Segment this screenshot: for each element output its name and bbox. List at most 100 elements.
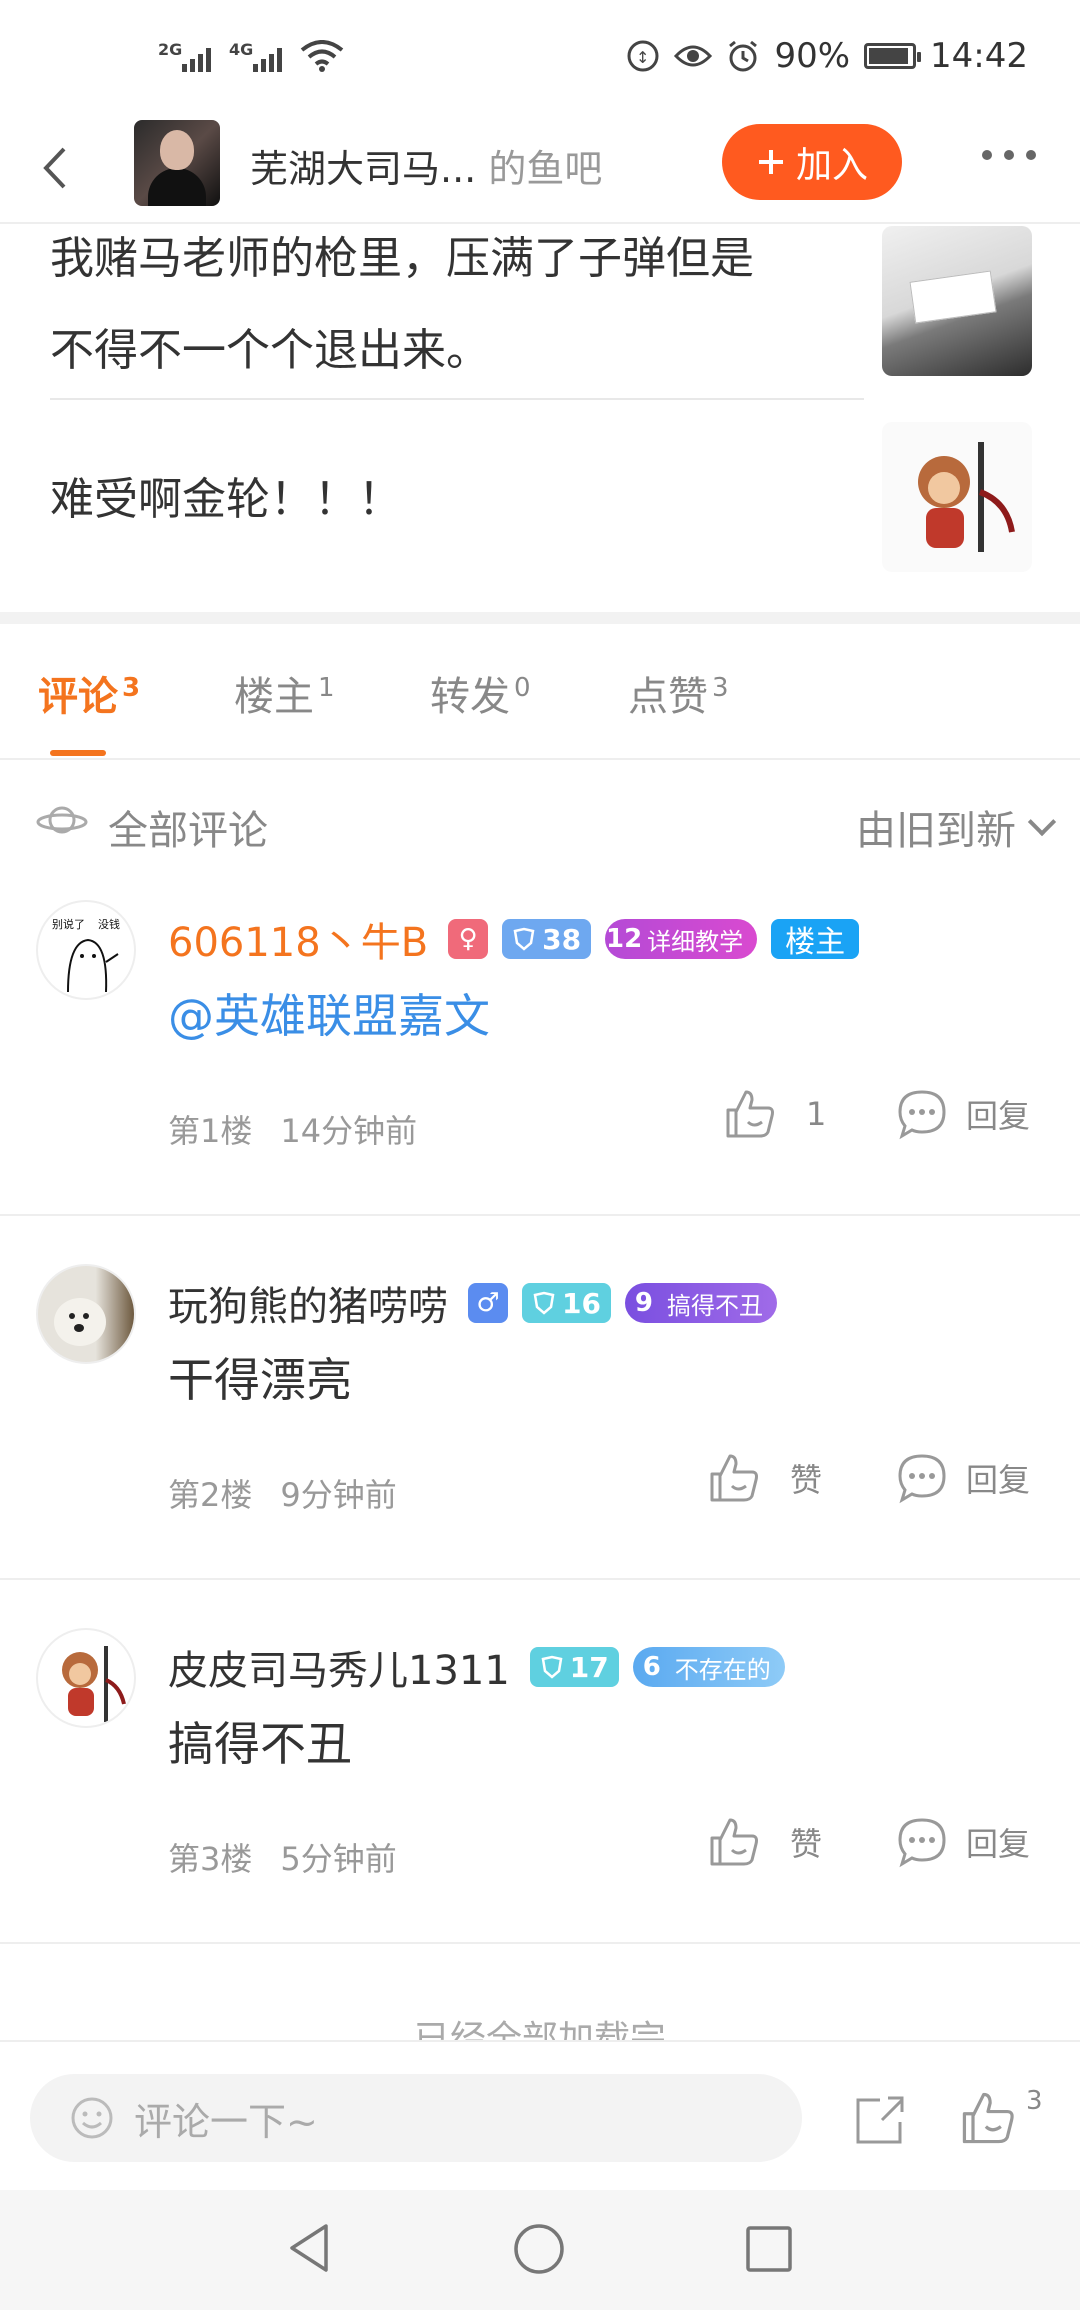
comment-item-2: 玩狗熊的猪唠唠 ♂ 16 9 搞得不丑 干得漂亮 第2楼 9分钟前 赞 回复 bbox=[0, 1264, 1080, 1580]
reply-button[interactable]: 回复 bbox=[894, 1450, 1030, 1506]
clock: 14:42 bbox=[930, 36, 1028, 76]
svg-text:↕: ↕ bbox=[636, 48, 649, 67]
sort-order-toggle[interactable]: 由旧到新 bbox=[856, 798, 1057, 856]
reply-button[interactable]: 回复 bbox=[894, 1814, 1030, 1870]
comment-meta: 第3楼 5分钟前 bbox=[168, 1834, 397, 1880]
comment-meta: 第1楼 14分钟前 bbox=[168, 1106, 417, 1152]
comment-divider bbox=[0, 1214, 1080, 1216]
comment-divider bbox=[0, 1942, 1080, 1944]
forum-suffix: 的鱼吧 bbox=[488, 147, 603, 191]
avatar[interactable] bbox=[36, 1264, 136, 1364]
rank-badge: 6 不存在的 bbox=[632, 1647, 785, 1687]
post-paragraph-2: 难受啊金轮！！！ bbox=[50, 474, 402, 525]
rank-badge: 12 详细教学 bbox=[605, 919, 758, 959]
tab-reposts[interactable]: 转发 0 bbox=[430, 664, 531, 722]
eye-comfort-icon bbox=[674, 45, 713, 67]
shield-icon bbox=[513, 927, 535, 951]
avatar[interactable]: 别说了 没钱 bbox=[36, 900, 136, 1000]
female-icon: ♀ bbox=[448, 919, 489, 959]
comment-item-1: 别说了 没钱 606118丶牛B ♀ 38 12 详细教学 楼主 @英雄联盟嘉文 … bbox=[0, 900, 1080, 1216]
share-icon[interactable] bbox=[852, 2092, 908, 2148]
comment-text[interactable]: @英雄联盟嘉文 bbox=[168, 980, 490, 1046]
system-navigation-bar bbox=[0, 2190, 1080, 2310]
post-paragraph-1: 我赌马老师的枪里，压满了子弹但是 不得不一个个退出来。 bbox=[50, 233, 754, 376]
svg-text:没钱: 没钱 bbox=[98, 917, 120, 931]
thumbs-up-icon bbox=[726, 1090, 774, 1138]
active-tab-indicator bbox=[50, 750, 106, 756]
back-arrow-icon[interactable] bbox=[40, 142, 70, 207]
comment-text[interactable]: 干得漂亮 bbox=[168, 1344, 352, 1410]
status-bar: 2G 4G ↕ 90% 14:42 bbox=[0, 0, 1080, 120]
battery-percent: 90% bbox=[774, 36, 851, 76]
plus-icon bbox=[758, 150, 783, 174]
chat-bubble-icon bbox=[898, 1090, 946, 1140]
svg-text:别说了: 别说了 bbox=[52, 917, 85, 931]
wifi-icon bbox=[300, 40, 344, 72]
tab-op-only[interactable]: 楼主 1 bbox=[234, 664, 335, 722]
sort-row: 全部评论 由旧到新 bbox=[0, 790, 1080, 860]
comment-divider bbox=[0, 1578, 1080, 1580]
avatar[interactable] bbox=[36, 1628, 136, 1728]
male-icon: ♂ bbox=[468, 1283, 508, 1323]
forum-name: 芜湖大司马... bbox=[250, 147, 477, 191]
comment-bar: 评论一下~ 3 bbox=[0, 2040, 1080, 2192]
alarm-icon bbox=[729, 40, 758, 72]
tab-comments[interactable]: 评论 3 bbox=[38, 664, 140, 722]
author-name[interactable]: 606118丶牛B bbox=[168, 910, 428, 968]
rank-badge: 9 搞得不丑 bbox=[624, 1283, 777, 1323]
comment-item-3: 皮皮司马秀儿1311 17 6 不存在的 搞得不丑 第3楼 5分钟前 赞 回复 bbox=[0, 1628, 1080, 1944]
comment-time: 5分钟前 bbox=[280, 1840, 397, 1878]
emoji-icon[interactable] bbox=[70, 2096, 114, 2140]
battery-icon bbox=[864, 43, 922, 69]
comment-tabs: 评论 3 楼主 1 转发 0 点赞 3 bbox=[0, 624, 1080, 760]
shield-icon bbox=[541, 1655, 563, 1679]
reply-button[interactable]: 回复 bbox=[894, 1086, 1030, 1142]
comment-placeholder: 评论一下~ bbox=[134, 2099, 318, 2144]
more-icon[interactable] bbox=[982, 150, 1036, 160]
comment-meta: 第2楼 9分钟前 bbox=[168, 1470, 397, 1516]
section-gap bbox=[0, 612, 1080, 624]
forum-header: 芜湖大司马... 的鱼吧 加入 bbox=[0, 120, 1080, 224]
nav-home-icon[interactable] bbox=[512, 2222, 566, 2276]
post-like-count: 3 bbox=[1026, 2086, 1043, 2116]
tab-likes[interactable]: 点赞 3 bbox=[628, 664, 729, 722]
planet-icon bbox=[36, 806, 88, 834]
comment-time: 9分钟前 bbox=[280, 1476, 397, 1514]
data-saver-icon: ↕ bbox=[627, 40, 659, 72]
level-badge: 38 bbox=[502, 919, 592, 959]
level-badge: 16 bbox=[522, 1283, 611, 1323]
nav-recents-icon[interactable] bbox=[744, 2224, 794, 2274]
comment-author-row: 606118丶牛B ♀ 38 12 详细教学 楼主 bbox=[168, 910, 860, 968]
nav-back-icon[interactable] bbox=[284, 2220, 334, 2276]
chat-bubble-icon bbox=[898, 1818, 946, 1868]
comment-time: 14分钟前 bbox=[280, 1112, 418, 1150]
join-button[interactable]: 加入 bbox=[722, 124, 902, 200]
like-button[interactable]: 赞 bbox=[706, 1450, 822, 1506]
floor-number: 第1楼 bbox=[168, 1112, 253, 1150]
forum-title[interactable]: 芜湖大司马... 的鱼吧 bbox=[250, 138, 602, 193]
author-name[interactable]: 皮皮司马秀儿1311 bbox=[168, 1638, 510, 1696]
op-badge: 楼主 bbox=[771, 919, 860, 960]
comment-text[interactable]: 搞得不丑 bbox=[168, 1708, 352, 1774]
shield-icon bbox=[533, 1291, 555, 1315]
all-comments-label: 全部评论 bbox=[108, 808, 268, 854]
signal-4g-icon: 4G bbox=[229, 40, 282, 72]
thumbs-up-icon bbox=[710, 1818, 758, 1866]
chat-bubble-icon bbox=[898, 1454, 946, 1504]
thumbs-up-icon bbox=[710, 1454, 758, 1502]
thumbs-up-icon[interactable] bbox=[958, 2088, 1018, 2148]
forum-avatar[interactable] bbox=[134, 120, 220, 206]
author-name[interactable]: 玩狗熊的猪唠唠 bbox=[168, 1274, 448, 1332]
chevron-down-icon bbox=[1027, 807, 1057, 837]
like-button[interactable]: 赞 bbox=[706, 1814, 822, 1870]
comment-author-row: 皮皮司马秀儿1311 17 6 不存在的 bbox=[168, 1638, 785, 1696]
comment-input[interactable]: 评论一下~ bbox=[30, 2074, 802, 2162]
signal-2g-icon: 2G bbox=[158, 40, 211, 72]
post-image-thumbnail-1[interactable] bbox=[882, 226, 1032, 376]
like-button[interactable]: 1 bbox=[722, 1086, 826, 1142]
level-badge: 17 bbox=[529, 1647, 619, 1687]
floor-number: 第3楼 bbox=[168, 1840, 253, 1878]
post-divider bbox=[50, 398, 864, 400]
post-image-thumbnail-2[interactable] bbox=[882, 422, 1032, 572]
floor-number: 第2楼 bbox=[168, 1476, 253, 1514]
